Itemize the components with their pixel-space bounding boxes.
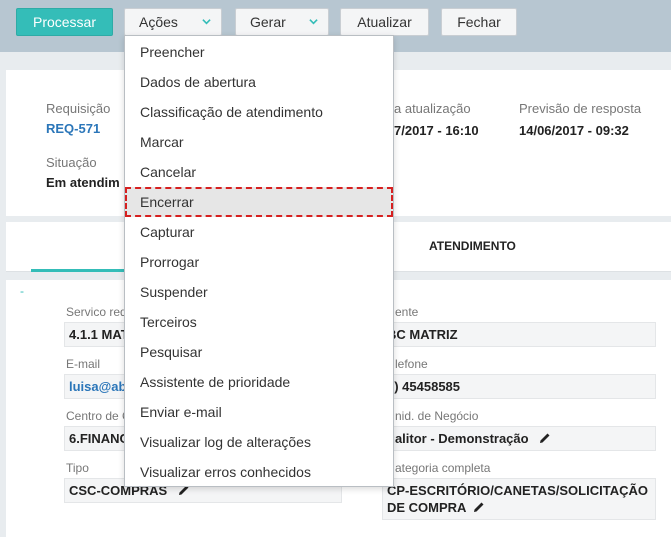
atualizar-label: Atualizar [357, 14, 412, 30]
cliente-value: BC MATRIZ [387, 327, 458, 342]
menu-item-terceiros[interactable]: Terceiros [125, 307, 393, 337]
menu-item-preencher[interactable]: Preencher [125, 37, 393, 67]
previsao-label: Previsão de resposta [519, 101, 642, 116]
fechar-label: Fechar [457, 14, 501, 30]
menu-item-visualizar-log[interactable]: Visualizar log de alterações [125, 427, 393, 457]
processar-button[interactable]: Processar [16, 8, 113, 36]
fechar-button[interactable]: Fechar [441, 8, 517, 36]
menu-item-suspender[interactable]: Suspender [125, 277, 393, 307]
email-value: luisa@ab [69, 379, 127, 394]
cliente-label: ente [395, 305, 419, 319]
menu-item-capturar[interactable]: Capturar [125, 217, 393, 247]
email-label: E-mail [66, 357, 101, 371]
unid-negocio-field: ualitor - Demonstração [382, 426, 656, 451]
previsao-value: 14/06/2017 - 09:32 [519, 123, 629, 138]
servico-label: Servico req [66, 305, 127, 319]
telefone-label: lefone [395, 357, 428, 371]
collapse-toggle[interactable]: - [20, 284, 24, 298]
situacao-label: Situação [46, 155, 97, 170]
menu-item-dados-de-abertura[interactable]: Dados de abertura [125, 67, 393, 97]
atualizar-button[interactable]: Atualizar [340, 8, 429, 36]
active-tab-indicator [31, 269, 136, 272]
menu-item-cancelar[interactable]: Cancelar [125, 157, 393, 187]
cliente-field: BC MATRIZ [382, 322, 656, 347]
acoes-label: Ações [139, 14, 178, 30]
gerar-label: Gerar [250, 14, 286, 30]
acoes-dropdown-button[interactable]: Ações [124, 8, 222, 36]
unid-negocio-value: ualitor - Demonstração [387, 431, 529, 446]
acoes-dropdown-menu: Preencher Dados de abertura Classificaçã… [124, 35, 394, 487]
menu-item-marcar[interactable]: Marcar [125, 127, 393, 157]
tipo-label: Tipo [66, 461, 89, 475]
menu-item-classificacao[interactable]: Classificação de atendimento [125, 97, 393, 127]
pencil-icon[interactable] [539, 431, 551, 443]
tab-atendimento[interactable]: ATENDIMENTO [429, 239, 516, 253]
situacao-value: Em atendim [46, 175, 120, 190]
ultima-atualizacao-value: 7/2017 - 16:10 [394, 123, 479, 138]
categoria-value-line2: DE COMPRA [387, 500, 467, 515]
menu-item-assistente-de-prioridade[interactable]: Assistente de prioridade [125, 367, 393, 397]
centro-label: Centro de C [66, 409, 131, 423]
unid-negocio-label: nid. de Negócio [395, 409, 479, 423]
menu-item-encerrar[interactable]: Encerrar [125, 187, 393, 217]
processar-label: Processar [32, 14, 97, 30]
pencil-icon[interactable] [473, 500, 485, 512]
requisicao-value[interactable]: REQ-571 [46, 121, 100, 136]
servico-value: 4.1.1 MAT [69, 327, 129, 342]
categoria-field: CP-ESCRITÓRIO/CANETAS/SOLICITAÇÃO DE COM… [382, 478, 656, 520]
menu-item-pesquisar[interactable]: Pesquisar [125, 337, 393, 367]
categoria-label: ategoria completa [395, 461, 491, 475]
categoria-value-line1: CP-ESCRITÓRIO/CANETAS/SOLICITAÇÃO [387, 483, 648, 498]
telefone-value: 1) 45458585 [387, 379, 461, 394]
requisicao-label: Requisição [46, 101, 111, 116]
chevron-down-icon [202, 17, 211, 26]
gerar-dropdown-button[interactable]: Gerar [235, 8, 329, 36]
ultima-atualizacao-label: a atualização [394, 101, 471, 116]
menu-item-prorrogar[interactable]: Prorrogar [125, 247, 393, 277]
menu-item-enviar-email[interactable]: Enviar e-mail [125, 397, 393, 427]
centro-value: 6.FINANC [69, 431, 129, 446]
telefone-field: 1) 45458585 [382, 374, 656, 399]
chevron-down-icon [309, 17, 318, 26]
menu-item-visualizar-erros[interactable]: Visualizar erros conhecidos [125, 457, 393, 487]
